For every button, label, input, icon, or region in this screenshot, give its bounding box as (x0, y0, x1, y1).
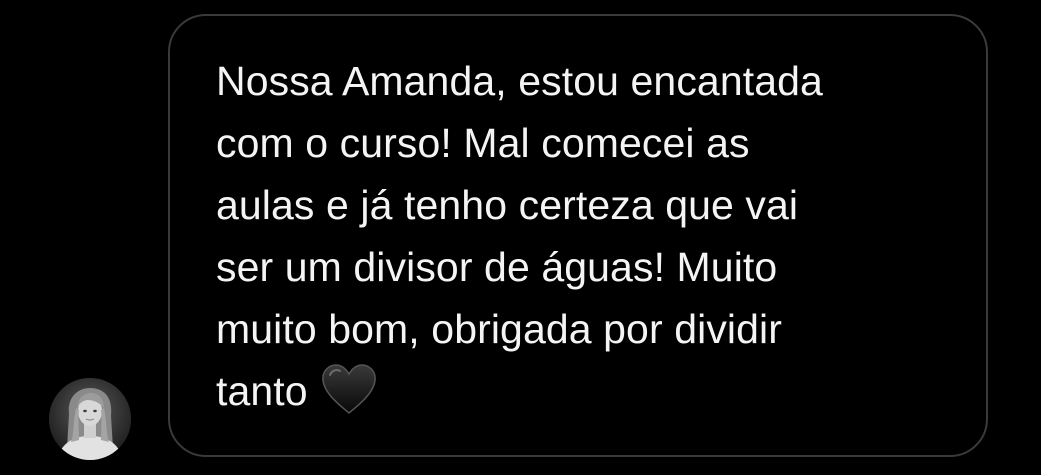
chat-area: Nossa Amanda, estou encantada com o curs… (0, 0, 1041, 475)
message-line: ser um divisor de águas! Muito (216, 244, 778, 290)
black-heart-icon (320, 363, 378, 415)
message-line: com o curso! Mal comecei as (216, 120, 750, 166)
message-line: tanto (216, 368, 308, 414)
message-line: muito bom, obrigada por dividir (216, 306, 782, 352)
sender-avatar[interactable] (49, 378, 131, 460)
message-line: Nossa Amanda, estou encantada (216, 58, 823, 104)
message-last-line: tanto (216, 360, 956, 422)
message-text: Nossa Amanda, estou encantada com o curs… (216, 50, 956, 422)
avatar-photo (49, 378, 131, 460)
message-line: aulas e já tenho certeza que vai (216, 182, 799, 228)
